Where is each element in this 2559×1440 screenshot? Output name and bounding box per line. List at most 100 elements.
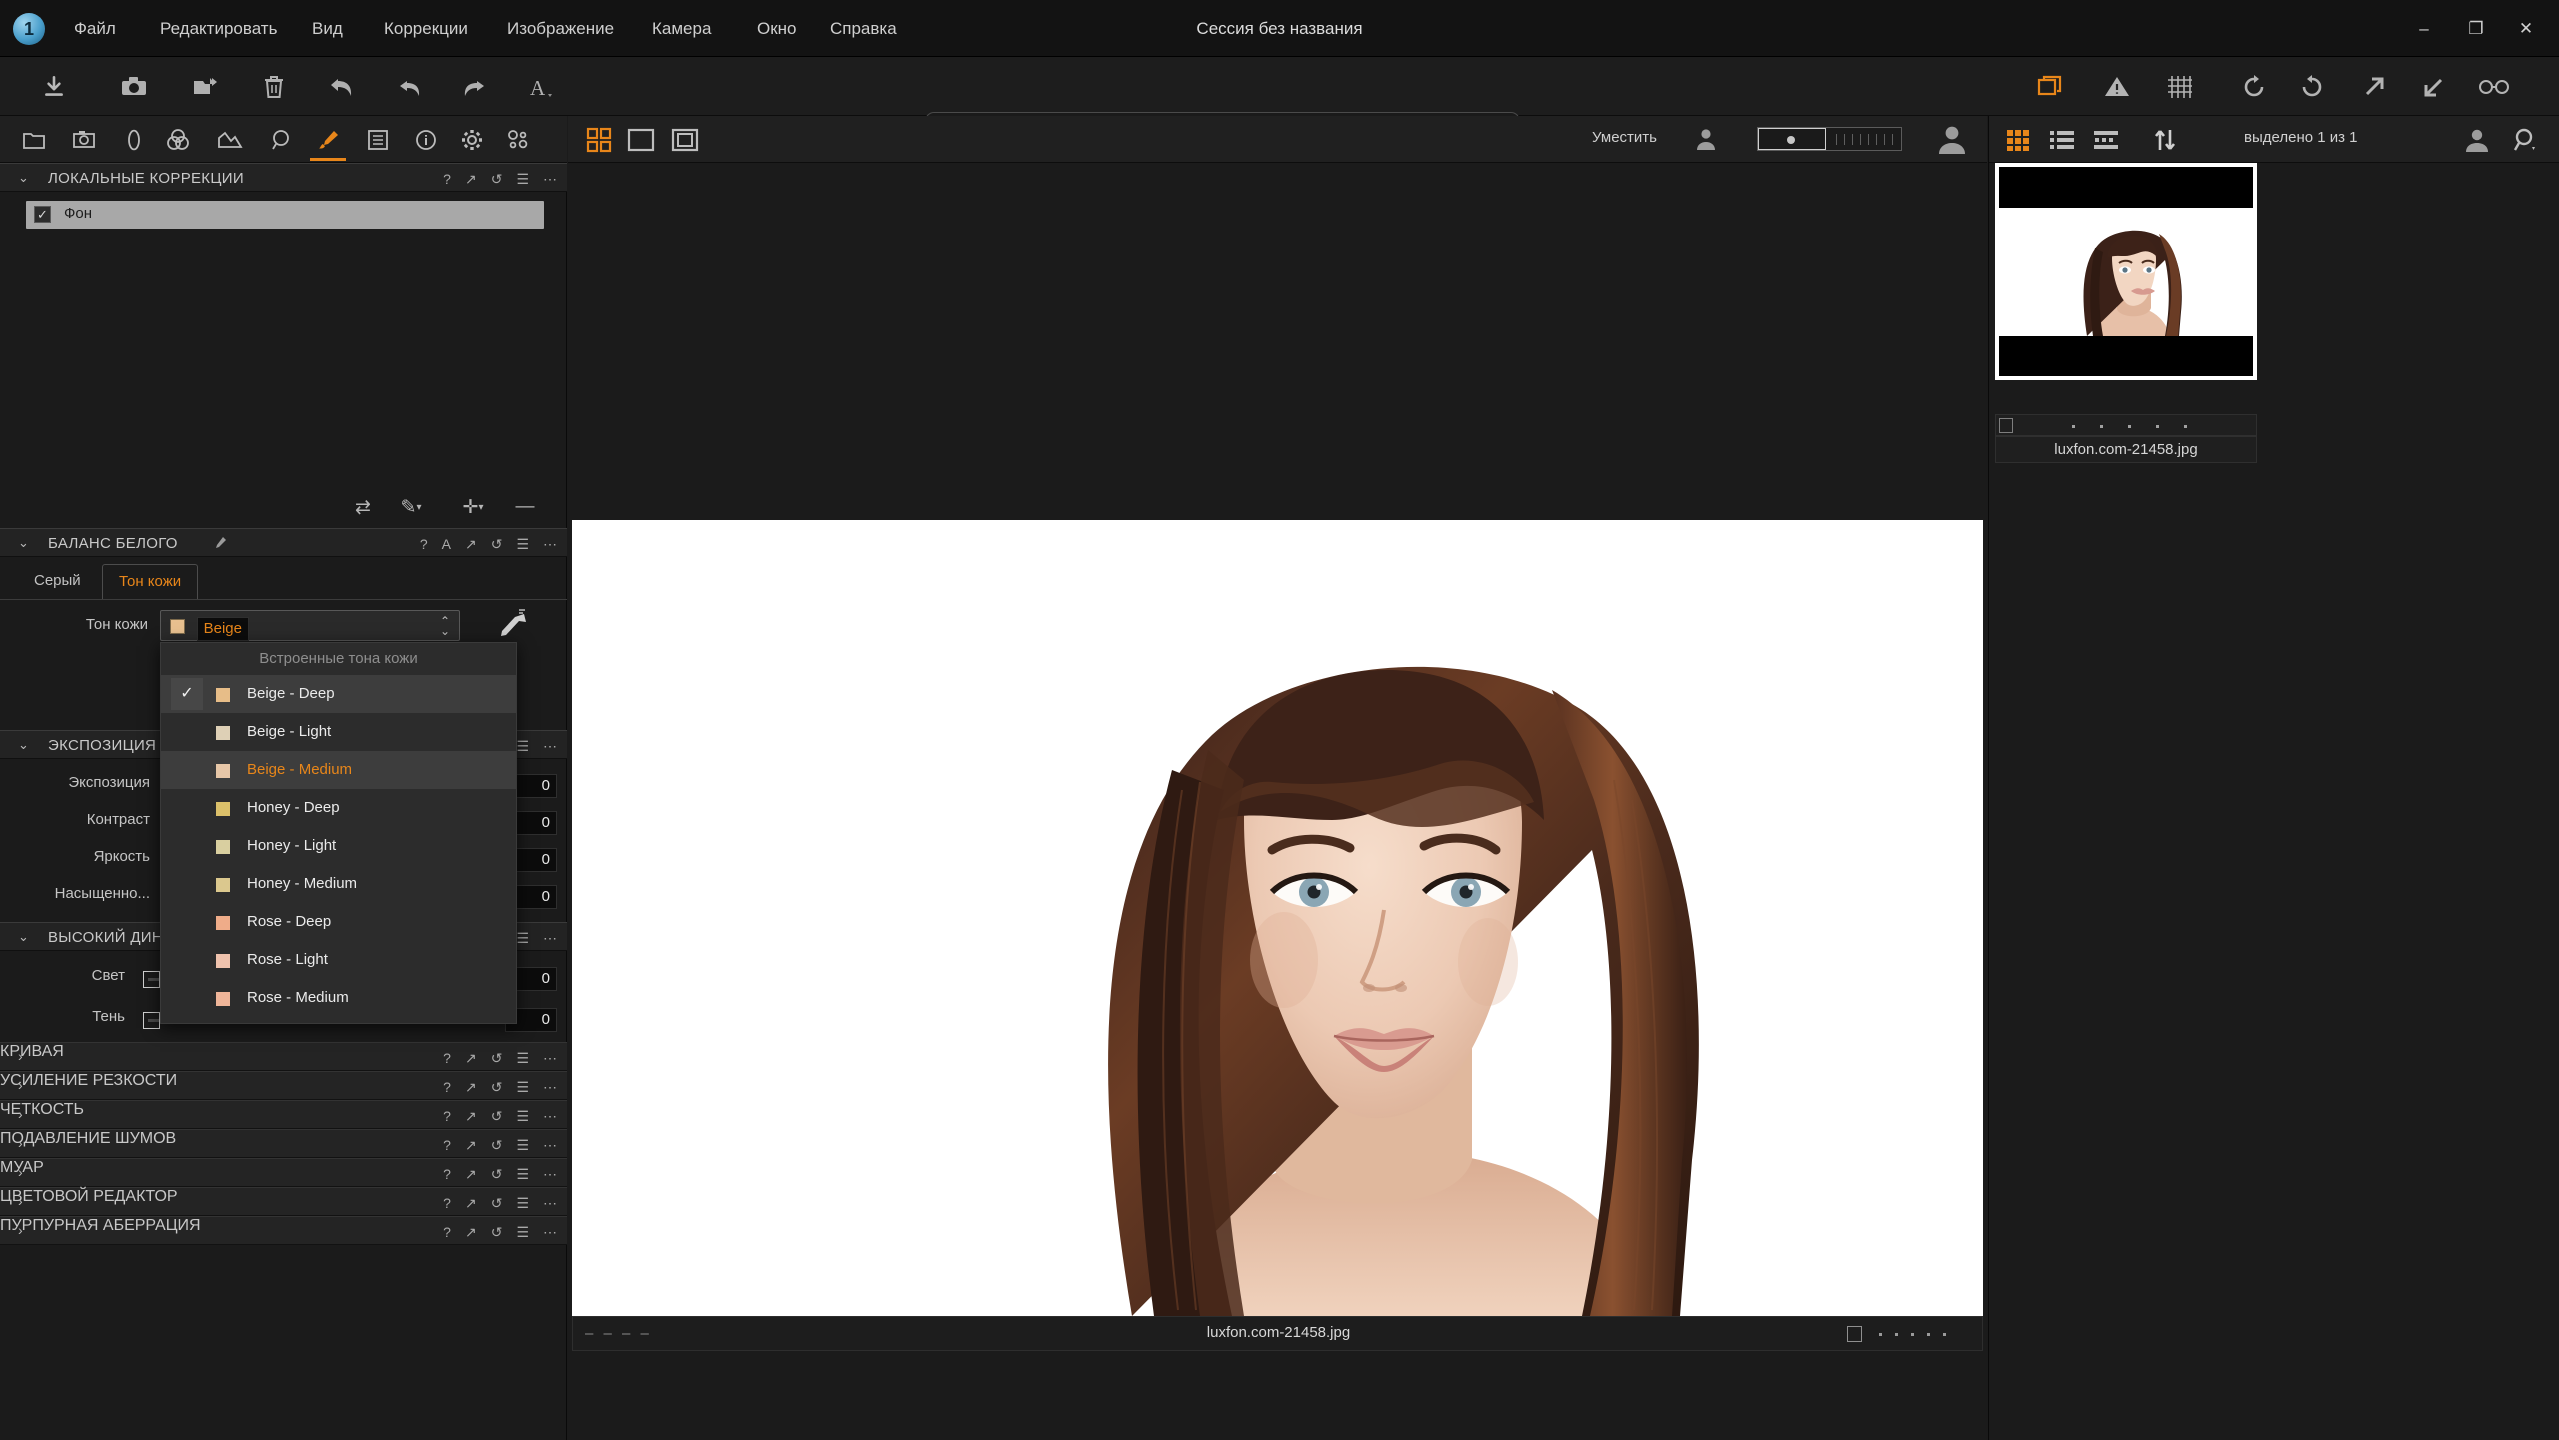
- menu-edit[interactable]: Редактировать: [148, 0, 289, 57]
- undo-all-icon[interactable]: [320, 65, 364, 109]
- menu-image[interactable]: Изображение: [495, 0, 626, 57]
- menu-file[interactable]: Файл: [62, 0, 128, 57]
- thumbnail-rating-bar[interactable]: [1995, 414, 2257, 436]
- undo-icon[interactable]: [388, 65, 432, 109]
- dropdown-item-rose-light[interactable]: Rose - Light: [161, 941, 516, 979]
- more-icon[interactable]: ⋯: [543, 535, 557, 553]
- remove-layer-icon[interactable]: —: [507, 491, 543, 523]
- section-moire[interactable]: › МУАР ? ↗ ↺ ☰ ⋯: [0, 1158, 567, 1187]
- more-icon[interactable]: ⋯: [543, 1107, 557, 1125]
- layer-row-background[interactable]: ✓ Фон: [26, 201, 544, 229]
- help-icon[interactable]: ?: [443, 1194, 451, 1212]
- lens-tab[interactable]: [112, 119, 156, 161]
- tab-gray[interactable]: Серый: [18, 564, 97, 600]
- presets-icon[interactable]: ☰: [516, 1049, 529, 1067]
- presets-icon[interactable]: ☰: [516, 1165, 529, 1183]
- rotate-right-icon[interactable]: [2290, 65, 2334, 109]
- arrow-down-left-icon[interactable]: [2412, 65, 2456, 109]
- more-icon[interactable]: ⋯: [543, 737, 557, 755]
- open-folder-icon[interactable]: [184, 65, 228, 109]
- redo-icon[interactable]: [452, 65, 496, 109]
- section-noise-reduction[interactable]: › ПОДАВЛЕНИЕ ШУМОВ ? ↗ ↺ ☰ ⋯: [0, 1129, 567, 1158]
- add-layer-icon[interactable]: ✛ ▾: [455, 491, 491, 523]
- reset-icon[interactable]: ↺: [491, 1194, 503, 1212]
- expand-icon[interactable]: ↗: [465, 535, 477, 553]
- camera-icon[interactable]: [112, 65, 156, 109]
- details-tab[interactable]: [260, 119, 304, 161]
- color-tab[interactable]: [156, 119, 200, 161]
- zoom-slider[interactable]: [1757, 127, 1902, 151]
- reset-icon[interactable]: ↺: [491, 1136, 503, 1154]
- presets-icon[interactable]: ☰: [516, 1107, 529, 1125]
- menu-window[interactable]: Окно: [745, 0, 809, 57]
- status-color-tag[interactable]: [1847, 1326, 1862, 1342]
- expand-icon[interactable]: ↗: [465, 1194, 477, 1212]
- menu-camera[interactable]: Камера: [640, 0, 723, 57]
- section-white-balance[interactable]: ⌄ БАЛАНС БЕЛОГО ? A ↗ ↺ ☰ ⋯: [0, 528, 567, 557]
- maximize-button[interactable]: ❐: [2451, 0, 2501, 57]
- presets-icon[interactable]: ☰: [516, 737, 529, 755]
- sort-icon[interactable]: [2144, 122, 2186, 157]
- warning-icon[interactable]: [2095, 65, 2139, 109]
- image-canvas[interactable]: [572, 520, 1983, 1316]
- brush-icon[interactable]: ✎ ▾: [393, 491, 429, 523]
- more-icon[interactable]: ⋯: [543, 1078, 557, 1096]
- reset-icon[interactable]: ↺: [491, 1078, 503, 1096]
- annotate-text-icon[interactable]: A: [518, 65, 562, 109]
- local-adjustments-tab[interactable]: [306, 119, 350, 161]
- grid-view-icon[interactable]: [1997, 122, 2039, 157]
- help-icon[interactable]: ?: [420, 535, 428, 553]
- search-icon[interactable]: [2504, 122, 2546, 157]
- more-icon[interactable]: ⋯: [543, 1194, 557, 1212]
- auto-icon[interactable]: A: [442, 535, 451, 553]
- menu-adjust[interactable]: Коррекции: [372, 0, 480, 57]
- section-color-editor[interactable]: › ЦВЕТОВОЙ РЕДАКТОР ? ↗ ↺ ☰ ⋯: [0, 1187, 567, 1216]
- list-view-icon[interactable]: [2041, 122, 2083, 157]
- more-icon[interactable]: ⋯: [543, 1223, 557, 1241]
- trash-icon[interactable]: [252, 65, 296, 109]
- reset-icon[interactable]: ↺: [491, 535, 503, 553]
- close-button[interactable]: ✕: [2501, 0, 2551, 57]
- multi-view-icon[interactable]: [578, 123, 620, 156]
- arrow-up-right-icon[interactable]: [2352, 65, 2396, 109]
- more-icon[interactable]: ⋯: [543, 1049, 557, 1067]
- tab-skin-tone[interactable]: Тон кожи: [102, 564, 199, 600]
- expand-icon[interactable]: ↗: [465, 1049, 477, 1067]
- reset-icon[interactable]: ↺: [491, 1223, 503, 1241]
- slider-knob[interactable]: [143, 1012, 160, 1029]
- library-tab[interactable]: [12, 119, 56, 161]
- skin-tone-select[interactable]: Beige - Deep ⌃⌄: [160, 610, 460, 681]
- help-icon[interactable]: ?: [443, 170, 451, 188]
- dropdown-item-honey-medium[interactable]: Honey - Medium: [161, 865, 516, 903]
- reset-icon[interactable]: ↺: [491, 1165, 503, 1183]
- dropdown-item-beige-medium[interactable]: Beige - Medium: [161, 751, 516, 789]
- glasses-icon[interactable]: [2472, 65, 2516, 109]
- dropdown-item-rose-deep[interactable]: Rose - Deep: [161, 903, 516, 941]
- menu-help[interactable]: Справка: [818, 0, 909, 57]
- exposure-tab[interactable]: [208, 119, 252, 161]
- more-icon[interactable]: ⋯: [543, 1165, 557, 1183]
- more-icon[interactable]: ⋯: [543, 1136, 557, 1154]
- capture-tab[interactable]: [62, 119, 106, 161]
- presets-icon[interactable]: ☰: [516, 929, 529, 947]
- section-curve[interactable]: › КРИВАЯ ? ↗ ↺ ☰ ⋯: [0, 1042, 567, 1071]
- thumbnail-card[interactable]: [1995, 163, 2257, 412]
- help-icon[interactable]: ?: [443, 1223, 451, 1241]
- expand-icon[interactable]: ↗: [465, 1223, 477, 1241]
- section-clarity[interactable]: › ЧЕТКОСТЬ ? ↗ ↺ ☰ ⋯: [0, 1100, 567, 1129]
- menu-view[interactable]: Вид: [300, 0, 355, 57]
- expand-icon[interactable]: ↗: [465, 1165, 477, 1183]
- presets-icon[interactable]: ☰: [516, 1223, 529, 1241]
- reset-icon[interactable]: ↺: [491, 1107, 503, 1125]
- presets-icon[interactable]: ☰: [516, 535, 529, 553]
- section-sharpening[interactable]: › УСИЛЕНИЕ РЕЗКОСТИ ? ↗ ↺ ☰ ⋯: [0, 1071, 567, 1100]
- proof-view-icon[interactable]: [664, 123, 706, 156]
- variants-icon[interactable]: [2030, 65, 2074, 109]
- metadata-tab[interactable]: [356, 119, 400, 161]
- help-icon[interactable]: ?: [443, 1107, 451, 1125]
- settings-tab[interactable]: [450, 119, 494, 161]
- rotate-left-icon[interactable]: [2232, 65, 2276, 109]
- minimize-button[interactable]: –: [2399, 0, 2449, 57]
- expand-icon[interactable]: ↗: [465, 1107, 477, 1125]
- presets-icon[interactable]: ☰: [516, 1136, 529, 1154]
